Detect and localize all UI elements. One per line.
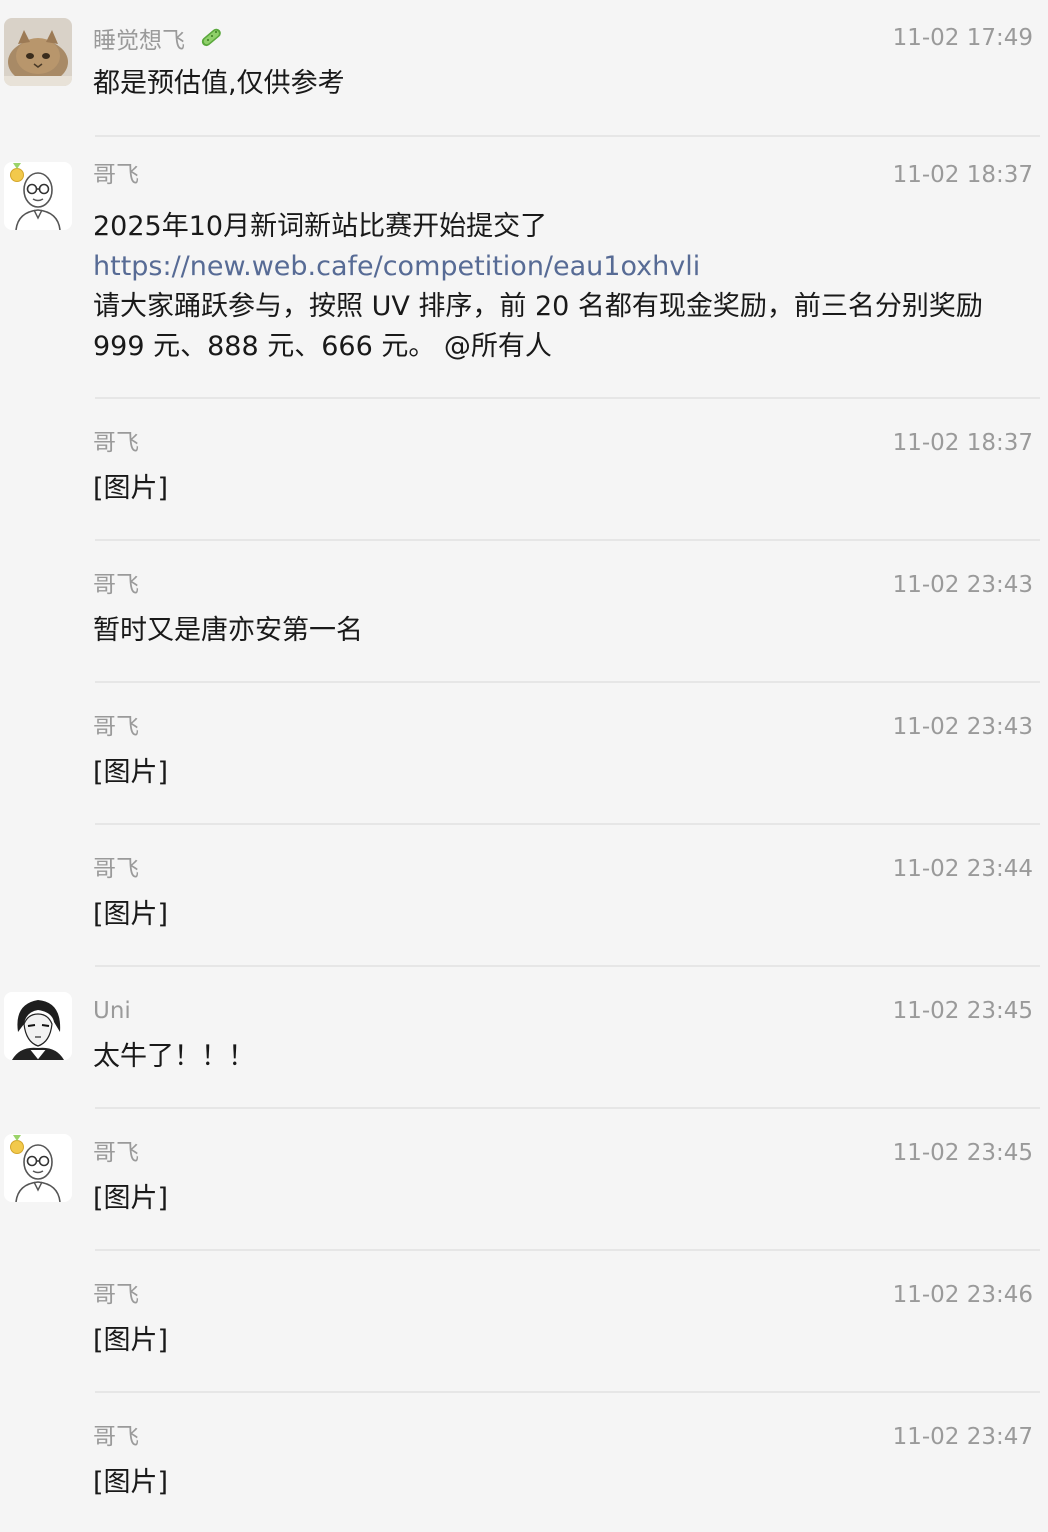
message-time: 11-02 23:47 — [892, 1424, 1033, 1450]
message-time: 11-02 23:45 — [892, 1140, 1033, 1166]
sender-name: 哥飞 — [93, 430, 139, 456]
message-item[interactable]: 哥飞 11-02 18:37 2025年10月新词新站比赛开始提交了 https… — [0, 137, 1048, 399]
sender-name: Uni — [93, 998, 131, 1024]
message-text[interactable]: [图片] — [93, 1179, 1023, 1219]
competition-link[interactable]: https://new.web.cafe/competition/eau1oxh… — [93, 247, 1023, 287]
sender-name: 哥飞 — [93, 856, 139, 882]
message-text[interactable]: [图片] — [93, 1463, 1023, 1503]
message-item[interactable]: 哥飞 11-02 23:46 [图片] — [0, 1251, 1048, 1393]
sender-name: 哥飞 — [93, 714, 139, 740]
message-item[interactable]: 哥飞 11-02 23:45 [图片] — [0, 1109, 1048, 1251]
sender-name: 睡觉想飞 — [93, 22, 226, 61]
message-time: 11-02 17:49 — [892, 25, 1033, 51]
message-item[interactable]: 睡觉想飞 11-02 17:49 都是预估值,仅供参考 — [0, 0, 1048, 137]
message-item[interactable]: 哥飞 11-02 23:43 暂时又是唐亦安第一名 — [0, 541, 1048, 683]
message-item[interactable]: 哥飞 11-02 18:37 [图片] — [0, 399, 1048, 541]
message-time: 11-02 23:43 — [892, 572, 1033, 598]
message-time: 11-02 18:37 — [892, 162, 1033, 188]
sender-name: 哥飞 — [93, 1140, 139, 1166]
sender-name: 哥飞 — [93, 572, 139, 598]
sender-name: 哥飞 — [93, 1424, 139, 1450]
sender-name: 哥飞 — [93, 1282, 139, 1308]
cucumber-icon — [196, 22, 226, 61]
cat-avatar[interactable] — [4, 18, 72, 86]
message-item[interactable]: Uni 11-02 23:45 太牛了！！！ — [0, 967, 1048, 1109]
message-item[interactable]: 哥飞 11-02 23:47 [图片] — [0, 1393, 1048, 1532]
chat-message-list[interactable]: 睡觉想飞 11-02 17:49 都是预估值,仅供参考 哥飞 11-02 18:… — [0, 0, 1048, 1532]
message-text[interactable]: [图片] — [93, 1321, 1023, 1361]
message-text: 暂时又是唐亦安第一名 — [93, 615, 363, 646]
message-text: 2025年10月新词新站比赛开始提交了 https://new.web.cafe… — [93, 207, 1023, 367]
message-text: 都是预估值,仅供参考 — [93, 68, 345, 99]
message-text[interactable]: [图片] — [93, 895, 1023, 935]
message-time: 11-02 23:46 — [892, 1282, 1033, 1308]
message-time: 11-02 18:37 — [892, 430, 1033, 456]
medal-icon — [8, 163, 24, 182]
message-text: 太牛了！！！ — [93, 1041, 255, 1072]
message-item[interactable]: 哥飞 11-02 23:43 [图片] — [0, 683, 1048, 825]
message-item[interactable]: 哥飞 11-02 23:44 [图片] — [0, 825, 1048, 967]
message-text[interactable]: [图片] — [93, 469, 1023, 509]
message-text[interactable]: [图片] — [93, 753, 1023, 793]
medal-icon — [8, 1135, 24, 1154]
anime-portrait-avatar[interactable] — [4, 992, 72, 1060]
sender-name: 哥飞 — [93, 162, 139, 188]
message-time: 11-02 23:43 — [892, 714, 1033, 740]
message-time: 11-02 23:45 — [892, 998, 1033, 1024]
message-time: 11-02 23:44 — [892, 856, 1033, 882]
